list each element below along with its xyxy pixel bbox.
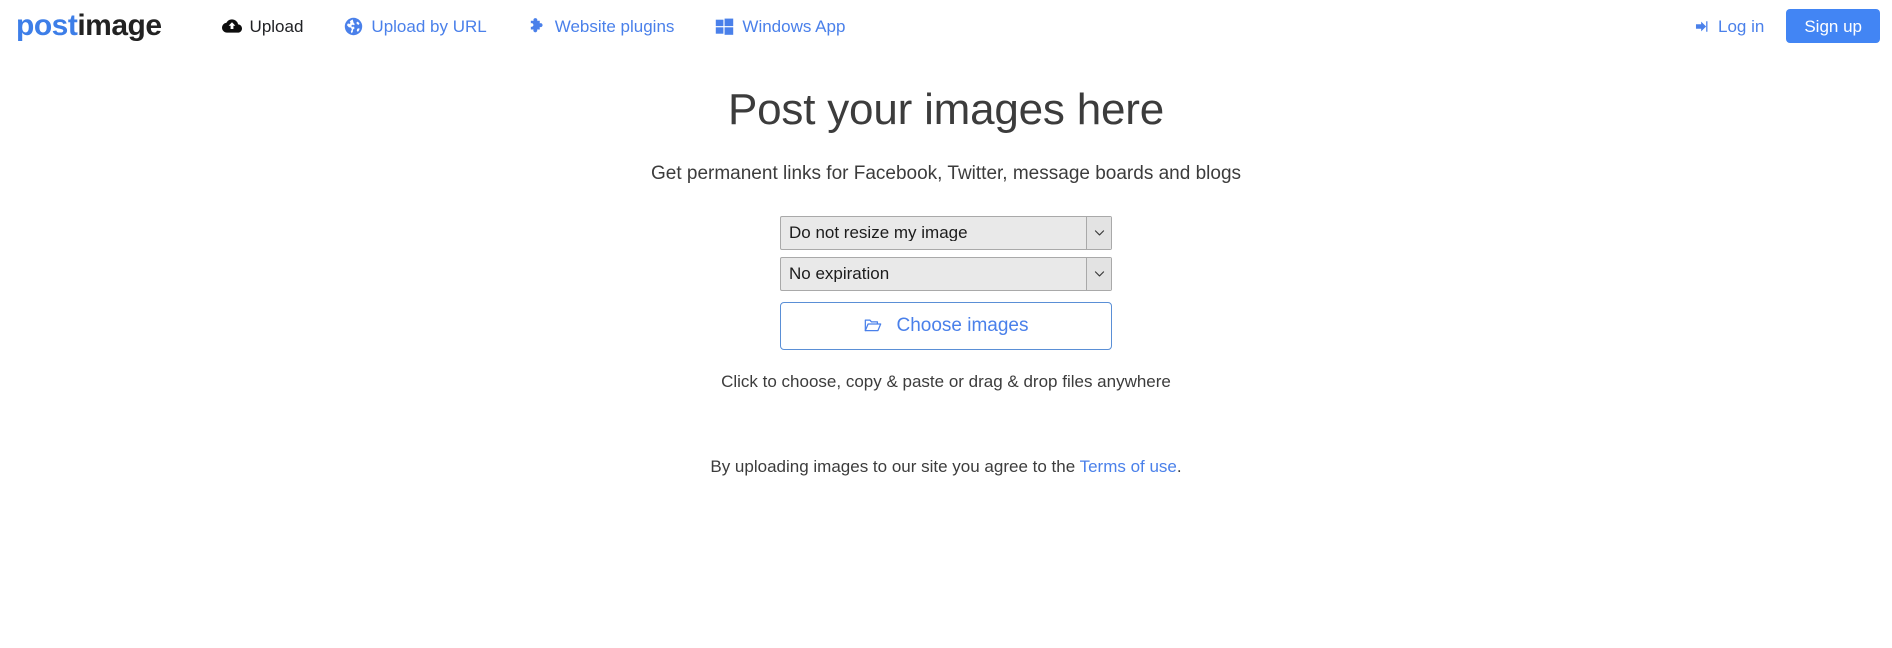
nav-item-website-plugins-label: Website plugins [555,18,675,35]
sign-in-icon [1691,16,1711,36]
choose-images-button[interactable]: Choose images [780,302,1112,350]
nav-item-windows-app[interactable]: Windows App [694,16,865,36]
choose-images-button-label: Choose images [896,316,1028,335]
logo-text-post: post [16,11,77,41]
upload-hint: Click to choose, copy & paste or drag & … [0,372,1892,392]
chevron-down-icon[interactable] [1086,217,1111,249]
nav-item-upload-by-url-label: Upload by URL [371,18,486,35]
main-content: Post your images here Get permanent link… [0,52,1892,477]
terms-prefix: By uploading images to our site you agre… [710,457,1079,476]
resize-select-value: Do not resize my image [781,224,1086,241]
site-header: postimage Upload Upload by URL [0,0,1892,52]
nav-item-website-plugins[interactable]: Website plugins [507,16,695,36]
page-title: Post your images here [0,84,1892,137]
cloud-upload-icon [222,16,242,36]
terms-notice: By uploading images to our site you agre… [0,457,1892,477]
upload-form: Do not resize my image No expiration [780,186,1112,350]
primary-navigation: Upload Upload by URL Website plugins [202,16,866,36]
login-link-label: Log in [1718,18,1764,35]
header-actions: Log in Sign up [1691,0,1892,52]
nav-item-upload-label: Upload [250,18,304,35]
puzzle-piece-icon [527,16,547,36]
logo-text-image: image [77,11,161,41]
expiration-select-value: No expiration [781,265,1086,282]
windows-logo-icon [714,16,734,36]
nav-item-upload-by-url[interactable]: Upload by URL [323,16,506,36]
site-logo[interactable]: postimage [16,11,162,41]
globe-icon [343,16,363,36]
nav-item-upload[interactable]: Upload [202,16,324,36]
chevron-down-icon[interactable] [1086,258,1111,290]
nav-item-windows-app-label: Windows App [742,18,845,35]
expiration-select[interactable]: No expiration [780,257,1112,291]
signup-button[interactable]: Sign up [1786,9,1880,43]
terms-suffix: . [1177,457,1182,476]
page-subtitle: Get permanent links for Facebook, Twitte… [0,163,1892,186]
open-folder-icon [863,316,883,336]
resize-select[interactable]: Do not resize my image [780,216,1112,250]
login-link[interactable]: Log in [1691,16,1764,36]
terms-of-use-link[interactable]: Terms of use [1080,457,1177,476]
